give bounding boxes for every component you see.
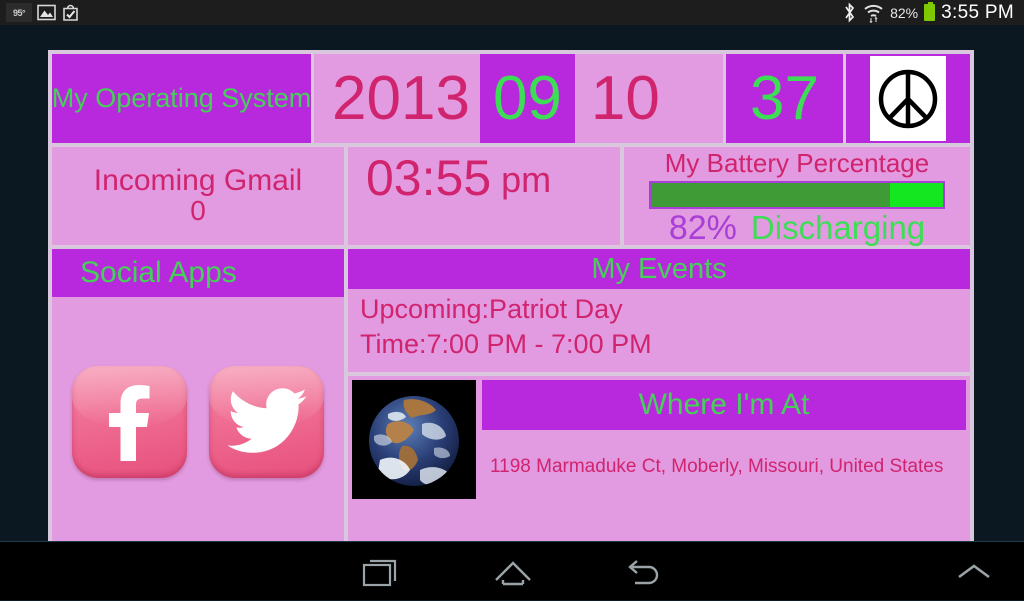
location-address: 1198 Marmaduke Ct, Moberly, Missouri, Un…: [490, 456, 944, 477]
date-tile[interactable]: 2013 09 10: [314, 54, 723, 143]
events-body: Upcoming:Patriot Day Time:7:00 PM - 7:00…: [348, 289, 970, 362]
battery-status-row: 82% Discharging: [669, 211, 925, 245]
battery-title: My Battery Percentage: [664, 148, 930, 178]
week-number-value: 37: [750, 63, 819, 133]
dashboard-widget[interactable]: My Operating System 2013 09 10 37 Incomi…: [48, 50, 974, 547]
twitter-app-icon[interactable]: [209, 366, 324, 478]
recent-apps-icon[interactable]: [343, 542, 423, 601]
battery-progress-bar: [649, 180, 945, 209]
social-apps-header: Social Apps: [52, 249, 344, 297]
clock-tile[interactable]: 03:55 pm: [348, 147, 620, 245]
clock-battery-row: 03:55 pm My Battery Percentage 82% Disch…: [348, 147, 970, 245]
widget-left-column: Incoming Gmail 0 Social Apps: [52, 147, 344, 547]
temperature-label: 95°: [12, 7, 26, 18]
date-year: 2013: [332, 63, 470, 133]
peace-sign-icon: [870, 56, 946, 141]
incoming-gmail-tile[interactable]: Incoming Gmail 0: [52, 147, 344, 245]
week-number-tile[interactable]: 37: [726, 54, 843, 143]
expand-up-icon[interactable]: [944, 542, 1004, 601]
widget-body: Incoming Gmail 0 Social Apps 03:55 pm My…: [52, 147, 970, 547]
date-day: 10: [590, 63, 660, 133]
clock-ampm: pm: [501, 159, 552, 200]
battery-icon: [924, 2, 936, 21]
status-bar: 95° 82% 3:55 PM: [0, 0, 1024, 25]
gallery-image-icon: [37, 3, 56, 22]
earth-globe-image: [352, 380, 476, 499]
battery-progress-fill: [651, 182, 891, 207]
location-right: Where I'm At 1198 Marmaduke Ct, Moberly,…: [476, 380, 966, 543]
status-bar-left-icons: 95°: [0, 3, 80, 22]
location-title: Where I'm At: [638, 388, 810, 421]
incoming-gmail-count: 0: [190, 195, 206, 227]
location-tile[interactable]: Where I'm At 1198 Marmaduke Ct, Moberly,…: [348, 376, 970, 547]
clock-time: 03:55: [366, 150, 492, 206]
status-bar-right-icons: 82% 3:55 PM: [842, 2, 1024, 24]
incoming-gmail-title: Incoming Gmail: [93, 163, 303, 197]
social-apps-icon-row: [52, 297, 344, 547]
temperature-icon: 95°: [6, 3, 32, 22]
home-icon[interactable]: [473, 542, 553, 601]
shopping-bag-check-icon: [61, 3, 80, 22]
bluetooth-icon: [842, 2, 857, 23]
status-bar-clock: 3:55 PM: [941, 1, 1014, 23]
battery-percent-value: 82%: [668, 208, 737, 247]
date-month: 09: [479, 54, 575, 143]
battery-percent-label: 82%: [890, 4, 919, 21]
widget-top-row: My Operating System 2013 09 10 37: [52, 54, 970, 143]
battery-tile[interactable]: My Battery Percentage 82% Discharging: [624, 147, 970, 245]
facebook-app-icon[interactable]: [72, 366, 187, 478]
back-icon[interactable]: [603, 542, 683, 601]
location-header: Where I'm At: [482, 380, 966, 430]
operating-system-tile[interactable]: My Operating System: [52, 54, 311, 143]
peace-sign-tile[interactable]: [846, 54, 970, 143]
events-tile[interactable]: My Events Upcoming:Patriot Day Time:7:00…: [348, 249, 970, 372]
navigation-bar: [0, 541, 1024, 600]
social-apps-tile: Social Apps: [52, 249, 344, 547]
battery-status-label: Discharging: [750, 208, 926, 246]
widget-right-column: 03:55 pm My Battery Percentage 82% Disch…: [348, 147, 970, 547]
social-apps-title: Social Apps: [80, 256, 237, 289]
event-upcoming: Upcoming:Patriot Day: [360, 294, 623, 324]
event-time: Time:7:00 PM - 7:00 PM: [360, 329, 652, 360]
events-header: My Events: [348, 249, 970, 289]
operating-system-label: My Operating System: [51, 83, 312, 113]
events-title: My Events: [591, 252, 727, 285]
wifi-icon: [863, 2, 884, 23]
home-screen: My Operating System 2013 09 10 37 Incomi…: [0, 25, 1024, 547]
